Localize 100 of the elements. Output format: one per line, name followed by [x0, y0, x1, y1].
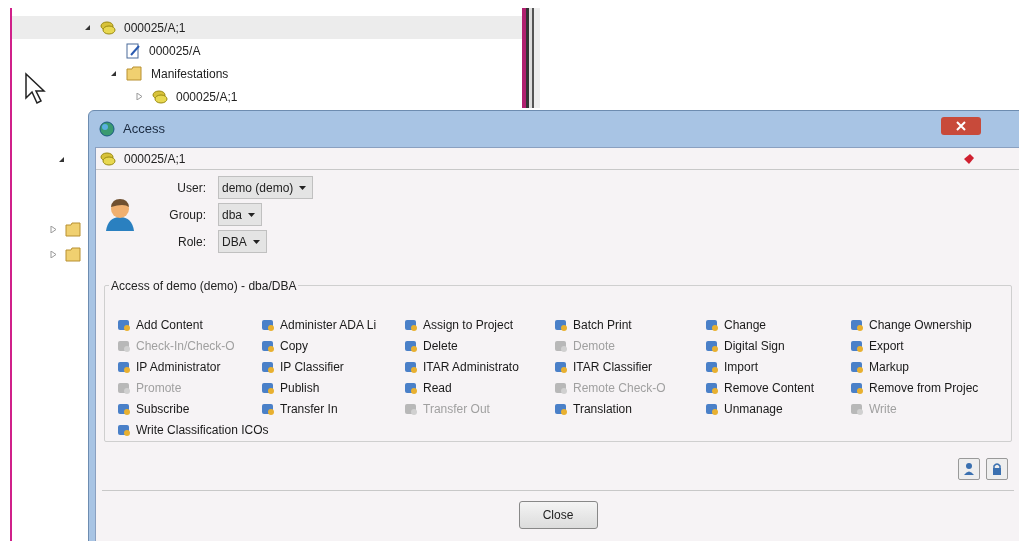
permission-item: Remove from Projec	[850, 379, 1000, 397]
permission-icon	[705, 339, 719, 353]
folder-icon	[65, 247, 82, 262]
tree-item-label: Manifestations	[151, 65, 229, 83]
permission-icon	[554, 360, 568, 374]
caret-icon	[248, 212, 256, 217]
permission-icon	[404, 360, 418, 374]
expanded-triangle-icon[interactable]	[84, 24, 91, 31]
close-icon	[956, 121, 966, 131]
coins-icon	[100, 19, 116, 36]
permission-item: Delete	[404, 337, 554, 355]
tree-item[interactable]: 000025/A	[12, 39, 522, 62]
collapsed-triangle-icon[interactable]	[136, 93, 143, 100]
permission-icon	[850, 318, 864, 332]
permission-item: Export	[850, 337, 1000, 355]
lock-icon	[991, 462, 1003, 476]
permission-icon	[261, 402, 275, 416]
expanded-triangle-icon[interactable]	[110, 70, 117, 77]
close-dialog-button[interactable]: Close	[518, 501, 598, 529]
tree-item-label: 000025/A	[149, 42, 201, 60]
collapsed-triangle-icon[interactable]	[50, 251, 57, 258]
caret-icon	[252, 239, 260, 244]
permission-item: Write	[850, 400, 1000, 418]
permission-item: Copy	[261, 337, 404, 355]
collapsed-triangle-icon[interactable]	[50, 226, 57, 233]
permission-icon	[850, 402, 864, 416]
permission-icon	[850, 360, 864, 374]
permission-item: Demote	[554, 337, 705, 355]
permission-item: Publish	[261, 379, 404, 397]
permission-icon	[404, 381, 418, 395]
permission-item: ITAR Classifier	[554, 358, 705, 376]
expanded-triangle-icon[interactable]	[58, 156, 65, 163]
permission-item: Subscribe	[117, 400, 261, 418]
permission-icon	[404, 402, 418, 416]
tree-item[interactable]: Manifestations	[12, 62, 522, 85]
user-icon	[104, 196, 136, 233]
permission-icon	[261, 318, 275, 332]
globe-icon	[99, 121, 115, 137]
permission-icon	[261, 360, 275, 374]
mouse-cursor-icon	[24, 72, 46, 106]
document-icon	[126, 42, 141, 59]
permission-icon	[554, 381, 568, 395]
permission-item: Assign to Project	[404, 316, 554, 334]
field-label: Group:	[168, 206, 206, 224]
permission-item: Unmanage	[705, 400, 850, 418]
permission-icon	[117, 339, 131, 353]
permission-icon	[117, 381, 131, 395]
field-label: User:	[176, 179, 206, 197]
permission-icon	[705, 318, 719, 332]
permission-icon	[705, 381, 719, 395]
permission-item: IP Administrator	[117, 358, 261, 376]
tree-item-label: 000025/A;1	[124, 19, 186, 37]
permission-item: IP Classifier	[261, 358, 404, 376]
window-title: Access	[123, 120, 165, 139]
permission-item: Read	[404, 379, 554, 397]
permission-item: Check-In/Check-O	[117, 337, 261, 355]
permission-item: Change Ownership	[850, 316, 1000, 334]
permission-item: Transfer In	[261, 400, 404, 418]
permission-item: Batch Print	[554, 316, 705, 334]
permission-item: Change	[705, 316, 850, 334]
folder-icon	[126, 66, 143, 81]
folder-icon	[65, 222, 82, 237]
permission-icon	[261, 381, 275, 395]
permission-icon	[404, 339, 418, 353]
tree-item-label: 000025/A;1	[176, 88, 238, 106]
permission-icon	[554, 339, 568, 353]
permission-icon	[705, 360, 719, 374]
permission-icon	[850, 381, 864, 395]
permission-icon	[117, 402, 131, 416]
permission-icon	[404, 318, 418, 332]
object-name: 000025/A;1	[124, 150, 186, 168]
permission-icon	[117, 318, 131, 332]
permission-icon	[117, 360, 131, 374]
permission-item: Administer ADA Li	[261, 316, 404, 334]
permission-item: Add Content	[117, 316, 261, 334]
dropdown[interactable]: dba	[218, 203, 263, 226]
dropdown[interactable]: demo (demo)	[218, 176, 314, 199]
permission-icon	[705, 402, 719, 416]
lock-button[interactable]	[986, 458, 1008, 480]
permission-item: ITAR Administrato	[404, 358, 554, 376]
permission-icon	[850, 339, 864, 353]
permission-icon	[117, 423, 131, 437]
permission-item: Remove Content	[705, 379, 850, 397]
dropdown[interactable]: DBA	[218, 230, 267, 253]
tree-item[interactable]: 000025/A;1	[12, 16, 522, 39]
person-icon	[963, 462, 975, 476]
permission-item: Digital Sign	[705, 337, 850, 355]
permission-item: Promote	[117, 379, 261, 397]
permission-icon	[261, 339, 275, 353]
coins-icon	[152, 88, 168, 105]
permission-item: Transfer Out	[404, 400, 554, 418]
tree-item[interactable]: 000025/A;1	[12, 85, 522, 108]
permission-icon	[554, 402, 568, 416]
search-user-button[interactable]	[958, 458, 980, 480]
close-button[interactable]	[941, 117, 981, 135]
permission-icon	[554, 318, 568, 332]
permission-item: Remote Check-O	[554, 379, 705, 397]
permission-item: Write Classification ICOs	[117, 421, 554, 439]
permission-item: Import	[705, 358, 850, 376]
field-label: Role:	[177, 233, 206, 251]
